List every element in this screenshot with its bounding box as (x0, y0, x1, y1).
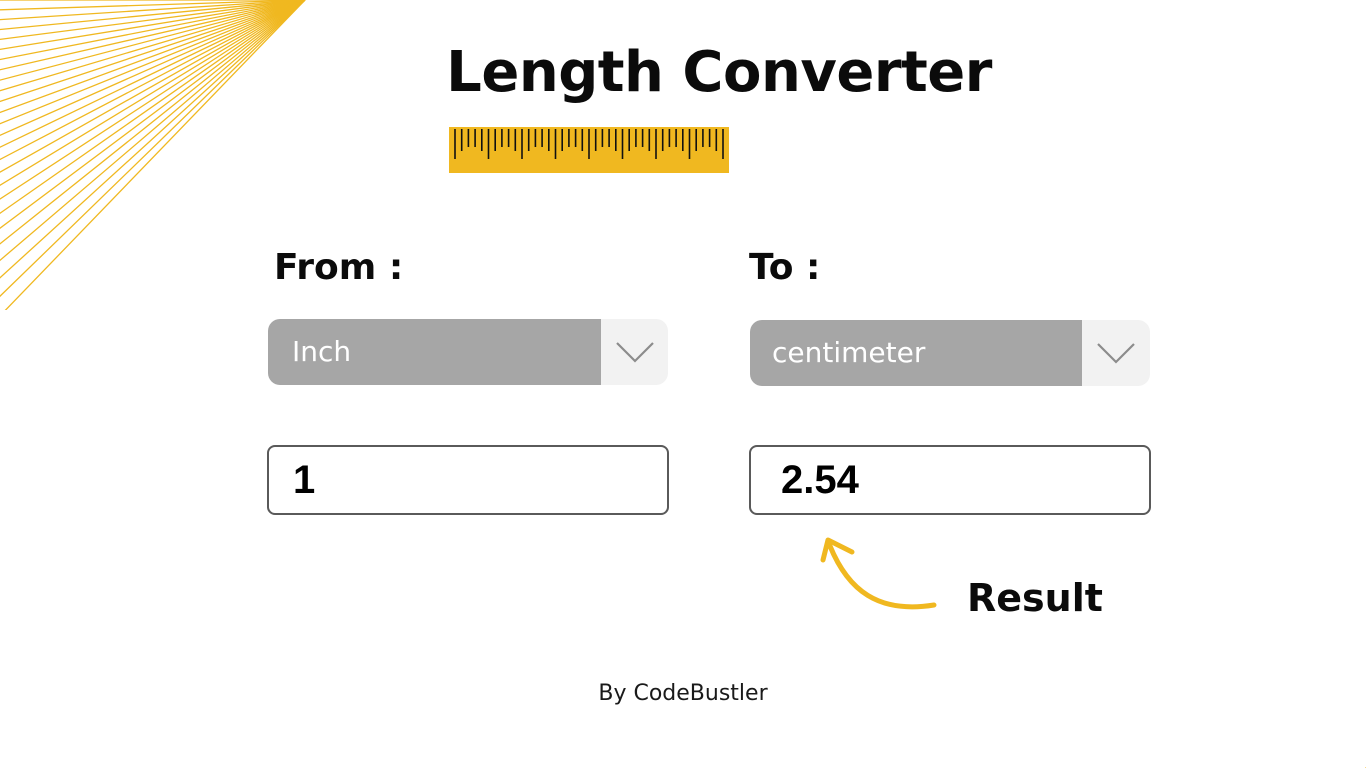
curved-arrow-icon (820, 537, 937, 610)
sunburst-line (0, 0, 306, 11)
page-title: Length Converter (446, 40, 992, 105)
result-label: Result (967, 576, 1103, 620)
from-value-input[interactable] (269, 447, 667, 513)
to-unit-dropdown-button[interactable] (1082, 320, 1150, 386)
from-value-box (267, 445, 669, 515)
from-unit-value: Inch (268, 319, 601, 385)
to-unit-select[interactable]: centimeter (750, 320, 1150, 386)
to-label: To : (749, 247, 821, 288)
sunburst-line (0, 0, 306, 21)
from-unit-select[interactable]: Inch (268, 319, 668, 385)
result-value: 2.54 (781, 458, 859, 502)
from-unit-dropdown-button[interactable] (601, 319, 668, 385)
sunburst-line (0, 0, 306, 187)
to-unit-value: centimeter (750, 320, 1082, 386)
chevron-down-icon (1097, 343, 1135, 364)
from-label: From : (274, 247, 404, 288)
result-box: 2.54 (749, 445, 1151, 515)
chevron-down-icon (615, 342, 654, 363)
credit-text: By CodeBustler (598, 681, 768, 706)
ruler-icon (449, 127, 729, 173)
